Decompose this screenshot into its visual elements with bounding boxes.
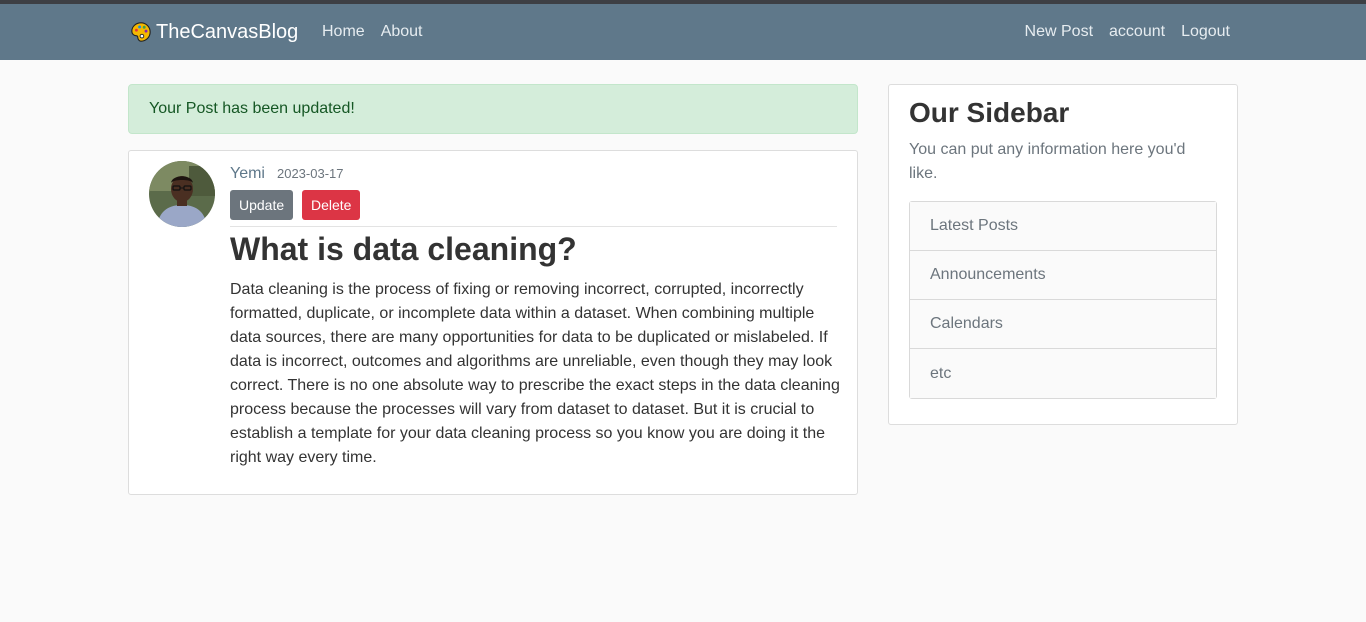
nav-new-post[interactable]: New Post (1025, 23, 1093, 41)
nav-logout[interactable]: Logout (1181, 23, 1230, 41)
post-title: What is data cleaning? (230, 231, 577, 267)
sidebar-list: Latest Posts Announcements Calendars etc (909, 201, 1217, 399)
nav-right: New Post account Logout (1025, 4, 1230, 60)
post-author[interactable]: Yemi (230, 165, 265, 183)
meta-divider (230, 226, 837, 227)
success-alert: Your Post has been updated! (128, 84, 858, 134)
nav-about[interactable]: About (381, 23, 423, 41)
palette-icon (131, 22, 151, 42)
brand-name: TheCanvasBlog (156, 20, 299, 43)
sidebar-title: Our Sidebar (909, 97, 1070, 128)
post-date: 2023-03-17 (276, 166, 344, 181)
update-button[interactable]: Update (230, 190, 294, 220)
post-content: Data cleaning is the process of fixing o… (230, 281, 840, 466)
avatar-image (149, 161, 215, 227)
post-card: Yemi 2023-03-17 Update Delete What is da… (128, 150, 858, 495)
nav-left: Home About (322, 4, 439, 60)
post-meta: Yemi 2023-03-17 (230, 165, 343, 183)
sidebar: Our Sidebar You can put any information … (888, 84, 1238, 425)
nav-account[interactable]: account (1109, 23, 1165, 41)
sidebar-item-latest-posts[interactable]: Latest Posts (910, 202, 1216, 251)
delete-button[interactable]: Delete (302, 190, 361, 220)
nav-home[interactable]: Home (322, 23, 365, 41)
sidebar-item-etc[interactable]: etc (910, 349, 1216, 398)
brand-link[interactable]: TheCanvasBlog (130, 4, 298, 60)
navbar: TheCanvasBlog Home About New Post accoun… (0, 4, 1366, 60)
sidebar-description: You can put any information here you'd l… (909, 141, 1186, 182)
sidebar-item-calendars[interactable]: Calendars (910, 300, 1216, 349)
sidebar-item-announcements[interactable]: Announcements (910, 251, 1216, 300)
user-avatar (149, 161, 215, 227)
